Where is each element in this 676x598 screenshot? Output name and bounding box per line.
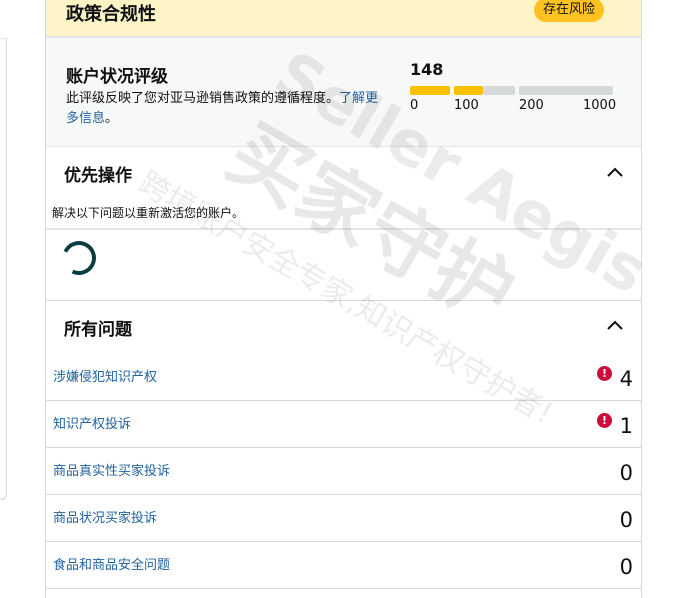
health-bar-segment-2-empty — [483, 86, 515, 95]
issue-count: 0 — [619, 555, 633, 579]
issue-row[interactable]: 知识产权投诉 ! 1 — [46, 400, 641, 448]
alert-icon: ! — [597, 366, 612, 381]
issue-count: 0 — [619, 461, 633, 485]
account-health-description-end: 。 — [105, 111, 119, 126]
issue-label-authenticity-complaints[interactable]: 商品真实性买家投诉 — [53, 460, 170, 479]
policy-compliance-panel: 政策合规性 存在风险 账户状况评级 此评级反映了您对亚马逊销售政策的遵循程度。了… — [45, 0, 642, 598]
issue-row[interactable]: 商品状况买家投诉 0 — [46, 494, 641, 542]
scale-label-1000: 1000 — [583, 98, 617, 113]
health-bar-segment-2-filled — [454, 86, 483, 95]
account-health-section: 账户状况评级 此评级反映了您对亚马逊销售政策的遵循程度。了解更多信息。 148 … — [46, 38, 641, 147]
health-bar-segment-3 — [519, 86, 613, 95]
account-health-description-text: 此评级反映了您对亚马逊销售政策的遵循程度。 — [66, 91, 340, 106]
all-issues-collapse-icon[interactable] — [606, 319, 624, 331]
priority-divider — [46, 228, 641, 230]
loading-spinner-icon — [57, 236, 101, 280]
account-health-score: 148 — [410, 60, 444, 79]
alert-icon: ! — [597, 413, 612, 428]
issue-count: 1 — [619, 414, 633, 438]
adjacent-card-edge — [0, 38, 7, 500]
scale-label-200: 200 — [519, 98, 544, 113]
issue-row[interactable]: 商品真实性买家投诉 0 — [46, 447, 641, 495]
account-health-title: 账户状况评级 — [66, 67, 168, 87]
issue-count: 0 — [619, 508, 633, 532]
policy-title: 政策合规性 — [66, 4, 156, 25]
priority-actions-title: 优先操作 — [64, 166, 132, 186]
issue-label-food-safety[interactable]: 食品和商品安全问题 — [53, 554, 170, 573]
issue-label-ip-complaints[interactable]: 知识产权投诉 — [53, 413, 131, 432]
issue-label-condition-complaints[interactable]: 商品状况买家投诉 — [53, 507, 157, 526]
account-health-description: 此评级反映了您对亚马逊销售政策的遵循程度。了解更多信息。 — [66, 89, 386, 129]
risk-status-badge[interactable]: 存在风险 — [534, 0, 605, 22]
issues-divider — [46, 300, 641, 301]
health-bar-segment-1 — [410, 86, 450, 95]
all-issues-title: 所有问题 — [64, 320, 132, 340]
priority-actions-instruction: 解决以下问题以重新激活您的账户。 — [52, 206, 245, 220]
scale-label-100: 100 — [454, 98, 479, 113]
issue-row[interactable]: 食品和商品安全问题 0 — [46, 541, 641, 589]
scale-label-0: 0 — [410, 98, 419, 113]
issue-row[interactable]: 涉嫌侵犯知识产权 ! 4 — [46, 353, 641, 401]
priority-actions-collapse-icon[interactable] — [606, 166, 624, 178]
issue-count: 4 — [619, 367, 633, 391]
policy-header: 政策合规性 存在风险 — [46, 0, 641, 38]
issue-label-ip-infringement[interactable]: 涉嫌侵犯知识产权 — [53, 366, 157, 385]
